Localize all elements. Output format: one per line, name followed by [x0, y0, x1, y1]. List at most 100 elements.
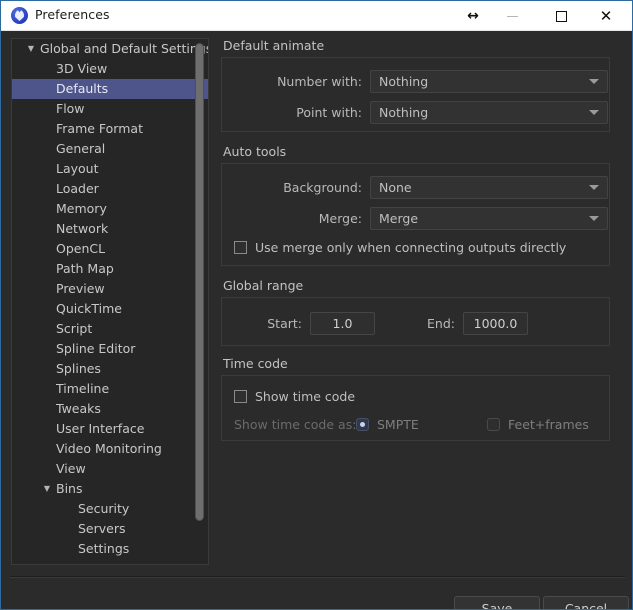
point-with-row: Point with: Nothing: [222, 99, 609, 125]
section-auto-tools-title: Auto tools: [223, 144, 287, 159]
sidebar-item-label: Security: [78, 501, 130, 516]
sidebar-item-opencl[interactable]: OpenCL: [12, 239, 208, 259]
minimize-icon: [506, 15, 518, 17]
maximize-icon: [555, 10, 567, 22]
sidebar-item-label: Timeline: [56, 381, 110, 396]
tree-scrollbar[interactable]: [194, 42, 205, 563]
auto-tools-group: Background: None Merge: Merge Use merge …: [221, 163, 610, 266]
use-merge-only-checkbox[interactable]: [234, 240, 247, 254]
dialog-content: ▼ Global and Default Settings 3D View Defau…: [2, 31, 632, 609]
sidebar-item-preview[interactable]: Preview: [12, 279, 208, 299]
show-time-code-row[interactable]: Show time code: [222, 385, 609, 407]
sidebar-item-label: Defaults: [56, 81, 109, 96]
sidebar-item-settings[interactable]: Settings: [12, 539, 208, 559]
sidebar-item-video-monitoring[interactable]: Video Monitoring: [12, 439, 208, 459]
point-with-label: Point with:: [296, 104, 362, 120]
number-with-label: Number with:: [277, 73, 362, 89]
sidebar-item-flow[interactable]: Flow: [12, 99, 208, 119]
sidebar-item-frame-format[interactable]: Frame Format: [12, 119, 208, 139]
show-time-code-checkbox[interactable]: [234, 389, 247, 403]
sidebar-item-label: Frame Format: [56, 121, 143, 136]
resize-window-button[interactable]: ↔: [451, 1, 495, 31]
section-time-code: Time code Show time code Show time code …: [221, 356, 610, 441]
chevron-down-icon: [589, 79, 599, 84]
cancel-button[interactable]: Cancel: [543, 596, 629, 609]
sidebar-item-security[interactable]: Security: [12, 499, 208, 519]
sidebar-item-label: Memory: [56, 201, 107, 216]
sidebar-item-label: User Interface: [56, 421, 145, 436]
number-with-row: Number with: Nothing: [222, 68, 609, 94]
sidebar-item-bins[interactable]: ▼ Bins: [12, 479, 208, 499]
sidebar-item-label: QuickTime: [56, 301, 122, 316]
chevron-down-icon[interactable]: ▼: [41, 479, 53, 499]
end-label: End:: [427, 315, 455, 331]
sidebar-item-path-map[interactable]: Path Map: [12, 259, 208, 279]
default-animate-group: Number with: Nothing Point with: Nothing: [221, 57, 610, 132]
point-with-value: Nothing: [379, 104, 429, 120]
background-value: None: [379, 179, 412, 195]
sidebar-item-general[interactable]: General: [12, 139, 208, 159]
close-window-button[interactable]: ✕: [584, 1, 628, 31]
smpte-radio[interactable]: [356, 417, 369, 431]
sidebar-item-loader[interactable]: Loader: [12, 179, 208, 199]
sidebar-item-memory[interactable]: Memory: [12, 199, 208, 219]
sidebar-item-label: OpenCL: [56, 241, 106, 256]
chevron-down-icon[interactable]: ▼: [25, 39, 37, 59]
sidebar-item-network[interactable]: Network: [12, 219, 208, 239]
sidebar-item-script[interactable]: Script: [12, 319, 208, 339]
sidebar-item-label: Layout: [56, 161, 99, 176]
sidebar-item-label: Path Map: [56, 261, 114, 276]
start-input[interactable]: 1.0: [310, 311, 375, 335]
global-range-group: Start: 1.0 End: 1000.0: [221, 297, 610, 346]
sidebar-item-tweaks[interactable]: Tweaks: [12, 399, 208, 419]
end-input[interactable]: 1000.0: [463, 311, 528, 335]
tree-scrollbar-thumb[interactable]: [195, 43, 204, 521]
point-with-dropdown[interactable]: Nothing: [370, 100, 608, 124]
show-time-code-as-label: Show time code as:: [234, 416, 357, 432]
time-code-group: Show time code Show time code as: SMPTE …: [221, 375, 610, 441]
sidebar-item-label: Flow: [56, 101, 85, 116]
sidebar-item-view[interactable]: View: [12, 459, 208, 479]
sidebar-item-label: Video Monitoring: [56, 441, 162, 456]
resize-horizontal-icon: ↔: [467, 8, 479, 24]
sidebar-item-splines[interactable]: Splines: [12, 359, 208, 379]
feet-frames-radio[interactable]: [487, 417, 500, 431]
sidebar-item-label: 3D View: [56, 61, 108, 76]
section-global-range: Global range Start: 1.0 End: 1000.0: [221, 278, 610, 346]
number-with-dropdown[interactable]: Nothing: [370, 69, 608, 93]
sidebar-item-3d-view[interactable]: 3D View: [12, 59, 208, 79]
sidebar-item-user-interface[interactable]: User Interface: [12, 419, 208, 439]
background-label: Background:: [283, 179, 362, 195]
show-time-code-label: Show time code: [255, 388, 356, 404]
sidebar-item-label: Tweaks: [56, 401, 101, 416]
section-global-range-title: Global range: [223, 278, 304, 293]
use-merge-only-label: Use merge only when connecting outputs d…: [255, 239, 567, 255]
merge-dropdown[interactable]: Merge: [370, 206, 608, 230]
sidebar-item-layout[interactable]: Layout: [12, 159, 208, 179]
sidebar-item-label: Loader: [56, 181, 99, 196]
merge-label: Merge:: [318, 210, 362, 226]
global-range-row: Start: 1.0 End: 1000.0: [222, 310, 609, 336]
save-button[interactable]: Save: [454, 596, 540, 609]
sidebar-item-defaults[interactable]: Defaults: [12, 79, 208, 99]
sidebar-item-global-and-default-settings[interactable]: ▼ Global and Default Settings: [12, 39, 208, 59]
settings-tree-rows: ▼ Global and Default Settings 3D View Defau…: [12, 39, 208, 559]
sidebar-item-label: Preview: [56, 281, 105, 296]
chevron-down-icon: [589, 110, 599, 115]
background-dropdown[interactable]: None: [370, 175, 608, 199]
sidebar-item-label: Servers: [78, 521, 126, 536]
background-row: Background: None: [222, 174, 609, 200]
minimize-window-button[interactable]: [490, 1, 534, 31]
sidebar-item-timeline[interactable]: Timeline: [12, 379, 208, 399]
sidebar-item-quicktime[interactable]: QuickTime: [12, 299, 208, 319]
sidebar-item-servers[interactable]: Servers: [12, 519, 208, 539]
number-with-value: Nothing: [379, 73, 429, 89]
section-default-animate-title: Default animate: [223, 38, 325, 53]
sidebar-item-label: Spline Editor: [56, 341, 136, 356]
use-merge-only-row[interactable]: Use merge only when connecting outputs d…: [222, 236, 609, 258]
feet-frames-label: Feet+frames: [508, 416, 589, 432]
settings-tree[interactable]: ▼ Global and Default Settings 3D View Defau…: [11, 38, 209, 565]
maximize-window-button[interactable]: [539, 1, 583, 31]
sidebar-item-label: Network: [56, 221, 109, 236]
sidebar-item-spline-editor[interactable]: Spline Editor: [12, 339, 208, 359]
